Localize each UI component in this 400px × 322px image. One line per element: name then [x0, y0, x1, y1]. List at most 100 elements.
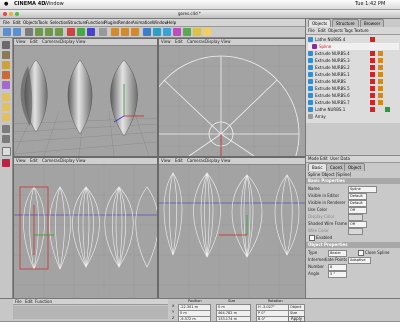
- menu-help[interactable]: Help: [167, 20, 176, 25]
- menu-selection[interactable]: Selection: [50, 20, 68, 25]
- vp-menu-cameras[interactable]: Cameras: [187, 39, 205, 45]
- visibility-icon[interactable]: [370, 93, 375, 98]
- attr-menu-user-data[interactable]: User Data: [330, 156, 350, 161]
- vp-menu-cameras[interactable]: Cameras: [42, 39, 60, 45]
- menu-plugins[interactable]: Plugins: [104, 20, 118, 25]
- menu-functions[interactable]: Functions: [86, 20, 105, 25]
- vp-menu-edit[interactable]: Edit: [175, 158, 183, 164]
- scene-icon[interactable]: [183, 28, 191, 36]
- visibility-icon[interactable]: [370, 51, 375, 56]
- om-menu-texture[interactable]: Texture: [354, 28, 369, 33]
- texture-tag-icon[interactable]: [378, 79, 383, 84]
- menu-animation[interactable]: Animation: [132, 20, 152, 25]
- visibility-icon[interactable]: [370, 65, 375, 70]
- list-item[interactable]: Array: [308, 113, 399, 120]
- points-tool-icon[interactable]: [2, 93, 10, 101]
- vp-menu-view2[interactable]: View: [221, 39, 231, 45]
- vp-menu-edit[interactable]: Edit: [30, 158, 38, 164]
- texture-tag-icon[interactable]: [378, 58, 383, 63]
- vp-menu-edit[interactable]: Edit: [175, 39, 183, 45]
- menu-objects[interactable]: Objects: [23, 20, 38, 25]
- locked-workplane-icon[interactable]: [2, 159, 10, 167]
- live-select-icon[interactable]: [25, 28, 33, 36]
- tab-object[interactable]: Object: [344, 163, 366, 171]
- menu-file[interactable]: File: [3, 20, 10, 25]
- list-item[interactable]: Extrude NURBS.1: [308, 71, 399, 78]
- tab-basic[interactable]: Basic: [308, 163, 327, 171]
- snap-icon[interactable]: [2, 125, 10, 133]
- coordinate-system-icon[interactable]: [99, 28, 107, 36]
- visibility-icon[interactable]: [370, 58, 375, 63]
- vp-menu-display[interactable]: Display: [60, 158, 75, 164]
- tab-objects[interactable]: Objects: [308, 19, 332, 27]
- menu-render[interactable]: Render: [118, 20, 132, 25]
- vp-menu-cameras[interactable]: Cameras: [42, 158, 60, 164]
- list-item[interactable]: Extrude NURBS.5: [308, 85, 399, 92]
- om-menu-edit[interactable]: Edit: [318, 28, 326, 33]
- vp-menu-edit[interactable]: Edit: [30, 39, 38, 45]
- vp-menu-display[interactable]: Display: [205, 39, 220, 45]
- attr-menu-edit[interactable]: Edit: [320, 156, 328, 161]
- visibility-icon[interactable]: [370, 37, 375, 42]
- menu-edit[interactable]: Edit: [13, 20, 21, 25]
- object-tool-icon[interactable]: [2, 61, 10, 69]
- apply-button[interactable]: Apply: [288, 316, 305, 322]
- camera-icon[interactable]: [193, 28, 201, 36]
- model-tool-icon[interactable]: [2, 51, 10, 59]
- x-axis-icon[interactable]: [67, 28, 75, 36]
- material-shelf[interactable]: [13, 306, 168, 319]
- vp-menu-view[interactable]: View: [161, 158, 171, 164]
- viewport-top[interactable]: View Edit Cameras Display View Top: [158, 38, 306, 157]
- phong-tag-icon[interactable]: [385, 107, 390, 112]
- vp-menu-view[interactable]: View: [161, 39, 171, 45]
- redo-icon[interactable]: [13, 28, 21, 36]
- polygons-tool-icon[interactable]: [2, 113, 10, 121]
- texture-tag-icon[interactable]: [378, 86, 383, 91]
- rot-b-field[interactable]: B 0°: [256, 316, 289, 322]
- visibility-icon[interactable]: [370, 107, 375, 112]
- list-item[interactable]: Lathe NURBS.1: [308, 106, 399, 113]
- z-axis-icon[interactable]: [87, 28, 95, 36]
- y-axis-icon[interactable]: [77, 28, 85, 36]
- zoom-icon[interactable]: [15, 12, 19, 16]
- mat-menu-edit[interactable]: Edit: [25, 299, 33, 304]
- list-item[interactable]: Lathe NURBS.4: [308, 36, 399, 43]
- visibility-icon[interactable]: [370, 86, 375, 91]
- tab-browser[interactable]: Browser: [360, 19, 385, 27]
- om-menu-objects[interactable]: Objects: [328, 28, 343, 33]
- close-icon[interactable]: [3, 12, 7, 16]
- list-item[interactable]: Extrude NURBS.6: [308, 92, 399, 99]
- animation-mode-icon[interactable]: [2, 135, 10, 143]
- app-name-menu[interactable]: CINEMA 4D: [14, 1, 45, 8]
- attr-menu-mode[interactable]: Mode: [308, 156, 319, 161]
- visibility-icon[interactable]: [370, 72, 375, 77]
- viewport-front[interactable]: View Edit Cameras Display View Front: [158, 157, 306, 299]
- list-item[interactable]: Spline: [308, 43, 399, 50]
- vp-menu-view2[interactable]: View: [221, 158, 231, 164]
- vp-menu-display[interactable]: Display: [60, 39, 75, 45]
- vp-menu-view[interactable]: View: [16, 39, 26, 45]
- light-icon[interactable]: [203, 28, 211, 36]
- angle-field[interactable]: 5 °: [328, 271, 347, 278]
- vp-menu-display[interactable]: Display: [205, 158, 220, 164]
- vp-menu-view2[interactable]: View: [76, 158, 86, 164]
- cube-icon[interactable]: [143, 28, 151, 36]
- edges-tool-icon[interactable]: [2, 103, 10, 111]
- rotate-icon[interactable]: [55, 28, 63, 36]
- minimize-icon[interactable]: [9, 12, 13, 16]
- mat-menu-function[interactable]: Function: [35, 299, 52, 304]
- workplane-icon[interactable]: [2, 147, 11, 156]
- texture-tag-icon[interactable]: [378, 72, 383, 77]
- render-picture-icon[interactable]: [121, 28, 129, 36]
- mat-menu-file[interactable]: File: [15, 299, 22, 304]
- render-settings-icon[interactable]: [131, 28, 139, 36]
- deformer-icon[interactable]: [173, 28, 181, 36]
- menu-window[interactable]: Window: [152, 20, 168, 25]
- pos-z-field[interactable]: -9.572 m: [178, 316, 211, 322]
- visibility-icon[interactable]: [370, 79, 375, 84]
- menu-structure[interactable]: Structure: [68, 20, 87, 25]
- list-item[interactable]: Extrude NURBS.3: [308, 57, 399, 64]
- vp-menu-view2[interactable]: View: [76, 39, 86, 45]
- list-item[interactable]: Extrude NURBS.7: [308, 99, 399, 106]
- render-view-icon[interactable]: [111, 28, 119, 36]
